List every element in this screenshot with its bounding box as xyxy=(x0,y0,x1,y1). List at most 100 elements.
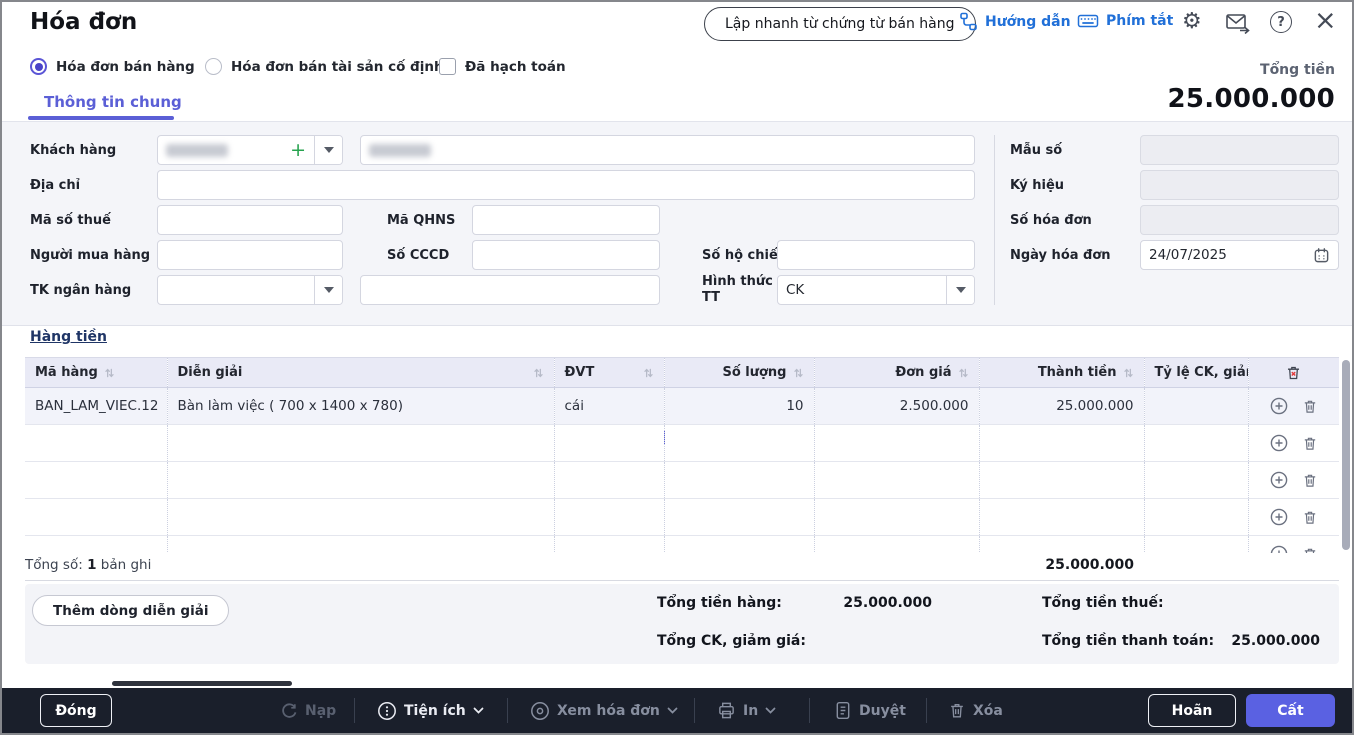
delete-row-icon[interactable] xyxy=(1302,472,1318,489)
add-row-icon[interactable] xyxy=(1270,397,1288,415)
cell-discount[interactable] xyxy=(1144,536,1248,554)
address-input[interactable] xyxy=(157,170,975,200)
payment-method-select[interactable]: CK xyxy=(777,275,975,305)
radio-asset-invoice[interactable]: Hóa đơn bán tài sản cố định xyxy=(205,58,444,75)
grid-row-empty[interactable] xyxy=(25,499,1339,536)
bank-account-combo[interactable] xyxy=(157,275,343,305)
cell-description[interactable]: Bàn làm việc ( 700 x 1400 x 780) xyxy=(167,388,554,425)
cell-actions xyxy=(1248,536,1339,554)
settings-icon[interactable]: ⚙ xyxy=(1182,11,1202,33)
grid-row-empty[interactable] xyxy=(25,462,1339,499)
cell-unit[interactable] xyxy=(554,536,664,554)
checkbox-posted[interactable]: Đã hạch toán xyxy=(439,58,566,75)
cell-discount[interactable] xyxy=(1144,499,1248,536)
cell-unit-price[interactable] xyxy=(814,499,979,536)
col-header-description[interactable]: Diễn giải xyxy=(167,358,554,388)
mail-send-icon[interactable] xyxy=(1225,12,1251,34)
cell-description[interactable] xyxy=(167,425,554,462)
print-button[interactable]: In xyxy=(717,688,776,733)
cell-code[interactable] xyxy=(25,536,167,554)
grid-row-empty[interactable] xyxy=(25,536,1339,554)
radio-sales-invoice[interactable]: Hóa đơn bán hàng xyxy=(30,58,195,75)
cell-unit-price[interactable]: 2.500.000 xyxy=(814,388,979,425)
cell-description[interactable] xyxy=(167,462,554,499)
cell-description[interactable] xyxy=(167,536,554,554)
cell-discount[interactable] xyxy=(1144,425,1248,462)
postpone-button[interactable]: Hoãn xyxy=(1148,694,1236,727)
customer-code-combo[interactable]: + xyxy=(157,135,343,165)
cccd-input[interactable] xyxy=(472,240,660,270)
quick-create-button[interactable]: Lập nhanh từ chứng từ bán hàng xyxy=(704,7,976,41)
close-button[interactable]: Đóng xyxy=(40,694,112,727)
guide-link[interactable]: Hướng dẫn xyxy=(959,12,1071,31)
save-button[interactable]: Cất xyxy=(1246,694,1335,727)
cell-discount[interactable] xyxy=(1144,462,1248,499)
reload-button[interactable]: Nạp xyxy=(280,688,336,733)
cell-unit-price[interactable] xyxy=(814,536,979,554)
help-icon[interactable]: ? xyxy=(1270,11,1292,33)
cell-code[interactable] xyxy=(25,462,167,499)
qhns-input[interactable] xyxy=(472,205,660,235)
cell-amount[interactable]: 25.000.000 xyxy=(979,388,1144,425)
customer-dropdown-button[interactable] xyxy=(314,136,342,164)
shortcut-link[interactable]: Phím tắt xyxy=(1077,12,1173,30)
add-row-icon[interactable] xyxy=(1270,471,1288,489)
bank-dropdown-button[interactable] xyxy=(314,276,342,304)
tax-code-input[interactable] xyxy=(157,205,343,235)
cell-discount[interactable] xyxy=(1144,388,1248,425)
tab-general-info[interactable]: Thông tin chung xyxy=(44,93,182,111)
delete-row-icon[interactable] xyxy=(1302,509,1318,526)
cell-quantity[interactable]: 10 xyxy=(664,388,814,425)
cell-unit[interactable] xyxy=(554,499,664,536)
cell-amount[interactable] xyxy=(979,536,1144,554)
col-header-unit-price[interactable]: Đơn giá xyxy=(814,358,979,388)
grid-row-empty[interactable] xyxy=(25,425,1339,462)
cell-unit-price[interactable] xyxy=(814,425,979,462)
add-description-row-button[interactable]: Thêm dòng diễn giải xyxy=(32,595,229,626)
cell-code[interactable] xyxy=(25,425,167,462)
delete-row-icon[interactable] xyxy=(1302,546,1318,554)
close-icon[interactable]: × xyxy=(1314,11,1337,31)
cell-unit[interactable] xyxy=(554,462,664,499)
add-row-icon[interactable] xyxy=(1270,508,1288,526)
horizontal-scrollbar-thumb[interactable] xyxy=(112,681,292,686)
col-header-amount[interactable]: Thành tiền xyxy=(979,358,1144,388)
payment-dropdown-button[interactable] xyxy=(946,276,974,304)
delete-button[interactable]: Xóa xyxy=(948,688,1003,733)
cell-unit[interactable] xyxy=(554,425,664,462)
grid-vertical-scrollbar[interactable] xyxy=(1342,360,1350,550)
cell-description[interactable] xyxy=(167,499,554,536)
cell-quantity[interactable] xyxy=(664,462,814,499)
goods-section-link[interactable]: Hàng tiền xyxy=(30,329,107,345)
cell-quantity[interactable] xyxy=(664,425,814,462)
utilities-button[interactable]: Tiện ích xyxy=(377,688,484,733)
delete-row-icon[interactable] xyxy=(1302,435,1318,452)
delete-all-rows-icon[interactable] xyxy=(1285,364,1302,382)
add-customer-icon[interactable]: + xyxy=(290,139,306,161)
col-header-code[interactable]: Mã hàng xyxy=(25,358,167,388)
customer-name-input[interactable] xyxy=(360,135,975,165)
approve-button[interactable]: Duyệt xyxy=(834,688,906,733)
add-row-icon[interactable] xyxy=(1270,545,1288,553)
cell-quantity[interactable] xyxy=(664,536,814,554)
invoice-date-input[interactable]: 24/07/2025 xyxy=(1140,240,1339,270)
col-header-quantity[interactable]: Số lượng xyxy=(664,358,814,388)
grid-row-filled[interactable]: BAN_LAM_VIEC.12Bàn làm việc ( 700 x 1400… xyxy=(25,388,1339,425)
buyer-input[interactable] xyxy=(157,240,343,270)
bank-name-input[interactable] xyxy=(360,275,660,305)
cell-quantity[interactable] xyxy=(664,499,814,536)
cell-amount[interactable] xyxy=(979,425,1144,462)
col-header-discount[interactable]: Tỷ lệ CK, giảm xyxy=(1144,358,1248,388)
cell-amount[interactable] xyxy=(979,499,1144,536)
cell-code[interactable]: BAN_LAM_VIEC.12 xyxy=(25,388,167,425)
delete-row-icon[interactable] xyxy=(1302,398,1318,415)
view-invoice-button[interactable]: Xem hóa đơn xyxy=(530,688,678,733)
cell-unit[interactable]: cái xyxy=(554,388,664,425)
cell-amount[interactable] xyxy=(979,462,1144,499)
passport-input[interactable] xyxy=(777,240,975,270)
col-header-unit[interactable]: ĐVT xyxy=(554,358,664,388)
cell-code[interactable] xyxy=(25,499,167,536)
cell-unit-price[interactable] xyxy=(814,462,979,499)
add-row-icon[interactable] xyxy=(1270,434,1288,452)
calendar-icon[interactable] xyxy=(1313,247,1330,264)
